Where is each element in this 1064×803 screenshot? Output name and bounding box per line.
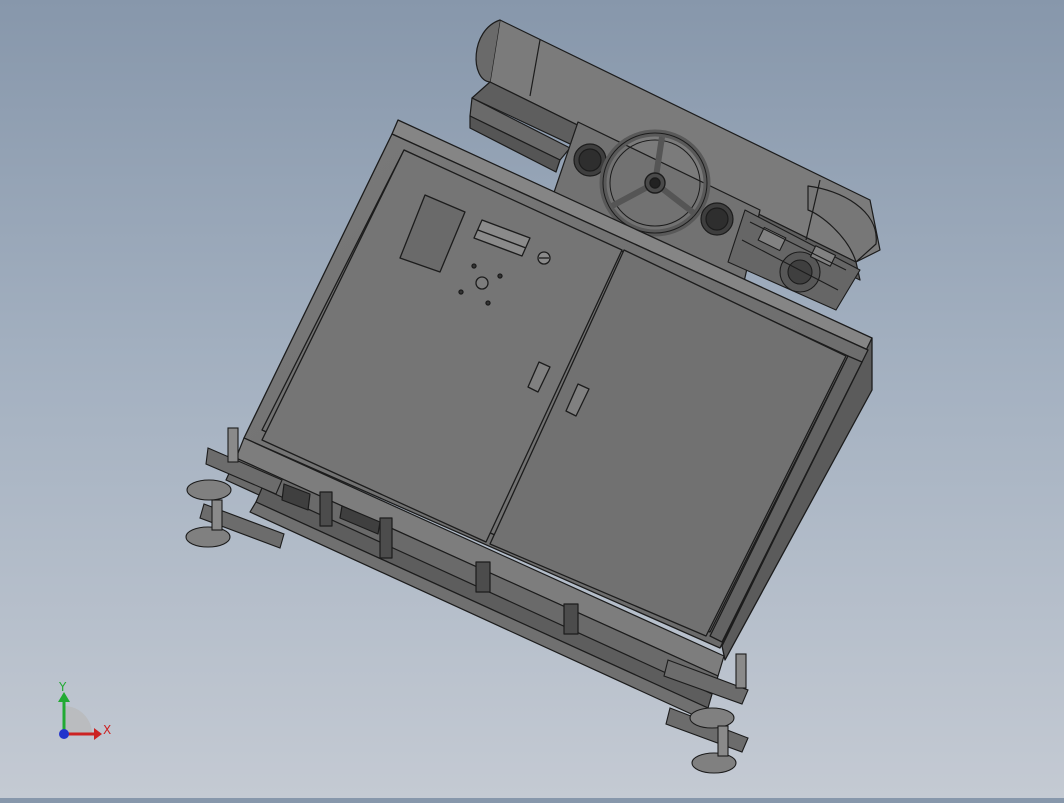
x-axis-label: X	[103, 723, 111, 737]
orientation-triad: Y X	[58, 680, 111, 740]
z-axis-dot	[59, 729, 69, 739]
model-canvas[interactable]: Y X	[0, 0, 1064, 798]
graphics-viewport[interactable]: Y X	[0, 0, 1064, 798]
button-icon	[475, 276, 489, 290]
y-axis-label: Y	[58, 680, 67, 694]
